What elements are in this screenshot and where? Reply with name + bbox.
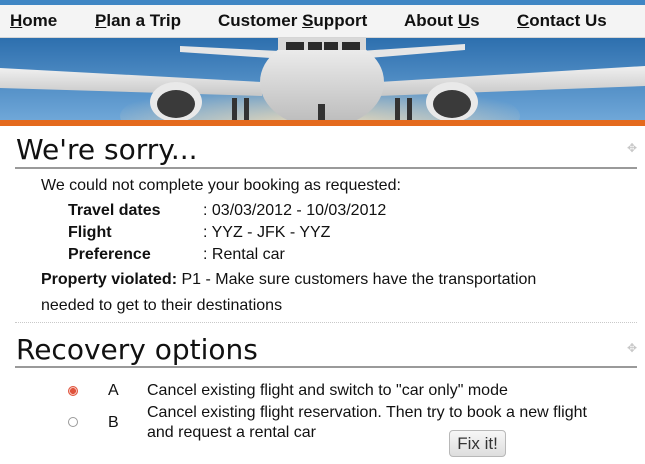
nav-about-label-post: s — [470, 11, 480, 30]
nav-contact-mnemonic: C — [517, 11, 530, 30]
nav-support-label-pre: Customer — [218, 11, 303, 30]
nav-support-mnemonic: S — [302, 11, 314, 30]
nav-contact-us[interactable]: Contact Us — [517, 11, 607, 31]
property-violated-label: Property violated: — [41, 271, 178, 288]
section-collapse-icon[interactable]: ✥ — [627, 342, 639, 354]
nav-plan-a-trip[interactable]: Plan a Trip — [95, 11, 181, 31]
property-violated-text-line1: P1 - Make sure customers have the transp… — [181, 271, 537, 288]
banner-accent-bar — [0, 120, 645, 126]
nav-home-label: ome — [22, 11, 58, 30]
section-divider — [15, 322, 637, 323]
nav-customer-support[interactable]: Customer Support — [218, 11, 367, 31]
recovery-title: Recovery options — [16, 333, 258, 366]
nav-about-mnemonic: U — [457, 11, 471, 30]
detail-label-preference: Preference — [68, 246, 151, 263]
nav-contact-label: ontact Us — [529, 11, 607, 30]
recovery-title-underline — [15, 366, 637, 368]
nav-support-label-post: upport — [313, 11, 368, 30]
nav-plan-label: lan a Trip — [106, 11, 181, 30]
property-violated: Property violated: P1 - Make sure custom… — [41, 271, 536, 289]
airplane-illustration — [0, 38, 645, 120]
nav-about-label-pre: About — [404, 11, 458, 30]
detail-value-flight: : YYZ - JFK - YYZ — [203, 224, 331, 241]
detail-value-travel-dates: : 03/03/2012 - 10/03/2012 — [203, 202, 387, 219]
nav-home-mnemonic: H — [10, 11, 23, 30]
nav-plan-mnemonic: P — [95, 11, 107, 30]
option-b-text-line2[interactable]: and request a rental car — [147, 424, 316, 442]
sorry-title: We're sorry... — [16, 133, 198, 166]
option-b-radio[interactable] — [68, 417, 78, 427]
detail-label-flight: Flight — [68, 224, 112, 241]
airplane-banner — [0, 38, 645, 120]
section-collapse-icon[interactable]: ✥ — [627, 142, 639, 154]
nav-about-us[interactable]: About Us — [404, 11, 480, 31]
top-nav: Home Plan a Trip Customer Support About … — [0, 5, 645, 38]
sorry-intro: We could not complete your booking as re… — [41, 177, 401, 194]
detail-label-travel-dates: Travel dates — [68, 202, 161, 219]
detail-value-preference: : Rental car — [203, 246, 285, 263]
option-b-text-line1[interactable]: Cancel existing flight reservation. Then… — [147, 404, 587, 422]
option-a-radio[interactable] — [68, 386, 78, 396]
property-violated-text-line2: needed to get to their destinations — [41, 297, 283, 314]
nav-home[interactable]: Home — [10, 11, 57, 31]
option-b-key: B — [108, 414, 119, 431]
option-a-key: A — [108, 382, 119, 399]
fix-it-button[interactable]: Fix it! — [449, 430, 506, 457]
option-a-text[interactable]: Cancel existing flight and switch to "ca… — [147, 382, 508, 400]
sorry-title-underline — [15, 167, 637, 169]
